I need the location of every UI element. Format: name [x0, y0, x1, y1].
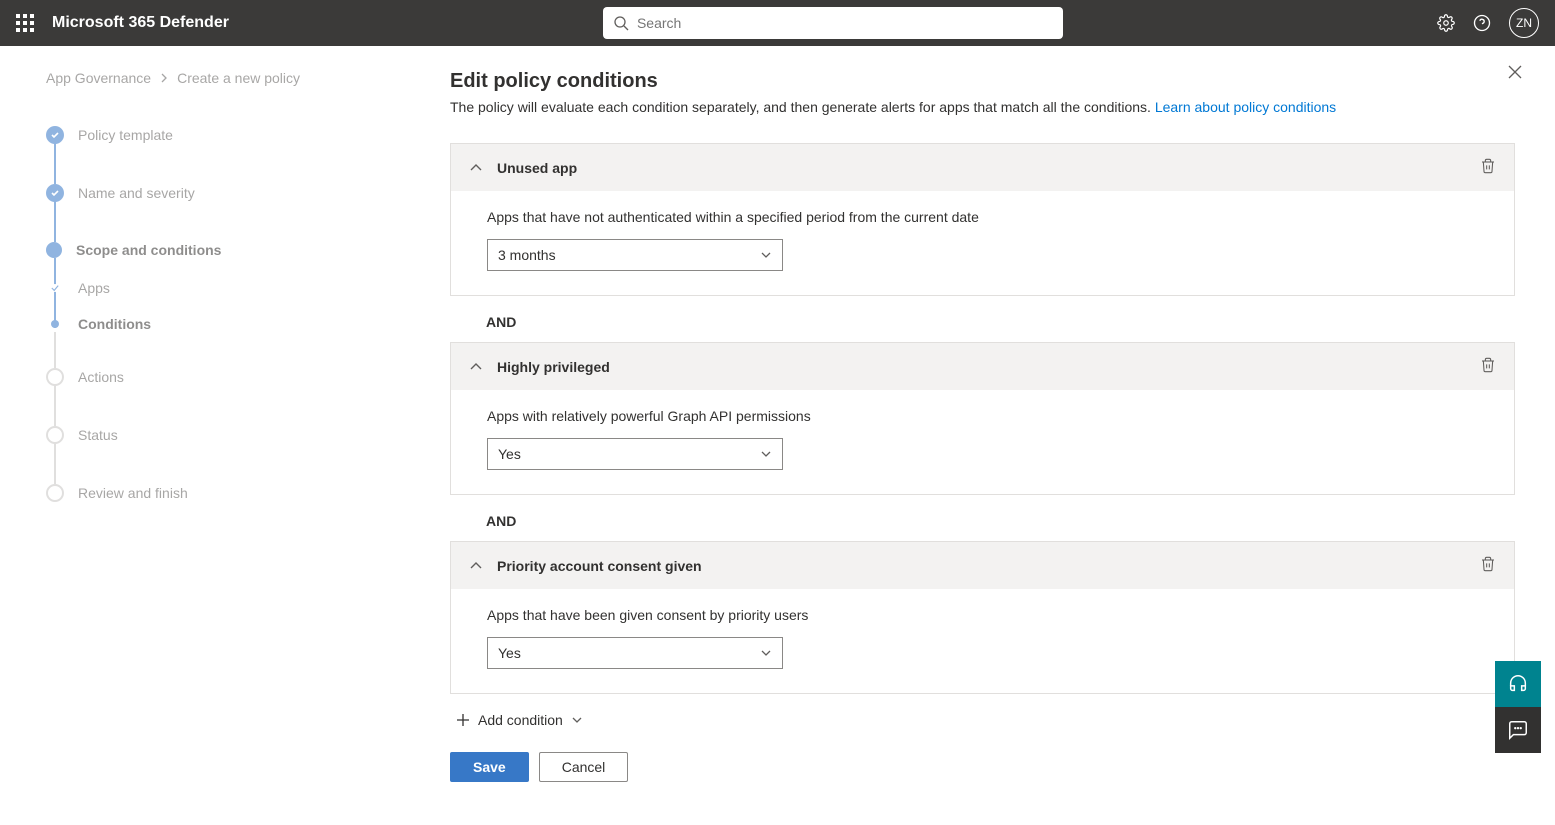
select-value: Yes: [498, 446, 521, 462]
consent-select[interactable]: Yes: [487, 637, 783, 669]
panel-footer: Save Cancel: [450, 746, 1515, 802]
help-icon[interactable]: [1473, 14, 1491, 32]
delete-button[interactable]: [1480, 556, 1496, 575]
search-container: [229, 7, 1437, 39]
learn-link[interactable]: Learn about policy conditions: [1155, 99, 1336, 115]
add-condition-button[interactable]: Add condition: [450, 694, 1515, 746]
waffle-icon[interactable]: [16, 14, 34, 32]
select-value: 3 months: [498, 247, 556, 263]
condition-header[interactable]: Priority account consent given: [451, 542, 1514, 589]
chevron-down-icon: [571, 714, 583, 726]
condition-header[interactable]: Unused app: [451, 144, 1514, 191]
condition-highly-privileged: Highly privileged Apps with relatively p…: [450, 342, 1515, 495]
feedback-button[interactable]: [1495, 707, 1541, 753]
step-label: Policy template: [78, 127, 173, 143]
save-button[interactable]: Save: [450, 752, 529, 782]
condition-body: Apps with relatively powerful Graph API …: [451, 390, 1514, 494]
add-condition-label: Add condition: [478, 712, 563, 728]
search-box[interactable]: [603, 7, 1063, 39]
floating-actions: [1495, 661, 1541, 753]
edit-panel: Edit policy conditions The policy will e…: [420, 46, 1555, 825]
chevron-up-icon: [469, 559, 483, 573]
substep-apps[interactable]: Apps: [46, 280, 390, 296]
cancel-button[interactable]: Cancel: [539, 752, 629, 782]
trash-icon: [1480, 158, 1496, 174]
chevron-up-icon: [469, 161, 483, 175]
breadcrumb-item[interactable]: App Governance: [46, 70, 151, 86]
step-label: Review and finish: [78, 485, 188, 501]
condition-desc: Apps that have been given consent by pri…: [487, 607, 1478, 623]
condition-title: Priority account consent given: [497, 558, 1466, 574]
breadcrumb-item: Create a new policy: [177, 70, 300, 86]
and-operator: AND: [450, 296, 1515, 342]
substep-conditions[interactable]: Conditions: [46, 316, 390, 332]
step-name-severity[interactable]: Name and severity: [46, 184, 390, 202]
and-operator: AND: [450, 495, 1515, 541]
condition-desc: Apps that have not authenticated within …: [487, 209, 1478, 225]
step-label: Scope and conditions: [76, 242, 221, 258]
plus-icon: [456, 713, 470, 727]
chevron-down-icon: [760, 249, 772, 261]
close-icon: [1507, 64, 1523, 80]
header-actions: ZN: [1437, 8, 1539, 38]
panel-title: Edit policy conditions: [450, 70, 1515, 93]
condition-header[interactable]: Highly privileged: [451, 343, 1514, 390]
delete-button[interactable]: [1480, 357, 1496, 376]
gear-icon[interactable]: [1437, 14, 1455, 32]
condition-title: Unused app: [497, 160, 1466, 176]
step-scope-conditions[interactable]: Scope and conditions: [46, 242, 390, 258]
step-label: Apps: [78, 280, 110, 296]
app-header: Microsoft 365 Defender ZN: [0, 0, 1555, 46]
delete-button[interactable]: [1480, 158, 1496, 177]
step-review[interactable]: Review and finish: [46, 484, 390, 502]
step-label: Actions: [78, 369, 124, 385]
privileged-select[interactable]: Yes: [487, 438, 783, 470]
condition-title: Highly privileged: [497, 359, 1466, 375]
search-input[interactable]: [637, 15, 1053, 31]
condition-body: Apps that have been given consent by pri…: [451, 589, 1514, 693]
chevron-down-icon: [760, 647, 772, 659]
step-actions[interactable]: Actions: [46, 368, 390, 386]
headset-icon: [1507, 673, 1529, 695]
condition-priority-consent: Priority account consent given Apps that…: [450, 541, 1515, 694]
trash-icon: [1480, 357, 1496, 373]
wizard-steps: Policy template Name and severity Scope …: [46, 126, 390, 502]
close-button[interactable]: [1507, 64, 1523, 83]
step-label: Name and severity: [78, 185, 195, 201]
search-icon: [613, 15, 629, 31]
breadcrumb: App Governance Create a new policy: [46, 70, 390, 86]
chevron-up-icon: [469, 360, 483, 374]
step-status[interactable]: Status: [46, 426, 390, 444]
condition-desc: Apps with relatively powerful Graph API …: [487, 408, 1478, 424]
panel-description: The policy will evaluate each condition …: [450, 99, 1515, 115]
step-label: Conditions: [78, 316, 151, 332]
trash-icon: [1480, 556, 1496, 572]
chevron-down-icon: [760, 448, 772, 460]
brand-title: Microsoft 365 Defender: [52, 14, 229, 32]
select-value: Yes: [498, 645, 521, 661]
period-select[interactable]: 3 months: [487, 239, 783, 271]
support-button[interactable]: [1495, 661, 1541, 707]
avatar[interactable]: ZN: [1509, 8, 1539, 38]
step-policy-template[interactable]: Policy template: [46, 126, 390, 144]
condition-unused-app: Unused app Apps that have not authentica…: [450, 143, 1515, 296]
step-label: Status: [78, 427, 118, 443]
condition-body: Apps that have not authenticated within …: [451, 191, 1514, 295]
chat-icon: [1507, 719, 1529, 741]
wizard-sidebar: App Governance Create a new policy Polic…: [0, 46, 420, 825]
chevron-right-icon: [159, 73, 169, 83]
